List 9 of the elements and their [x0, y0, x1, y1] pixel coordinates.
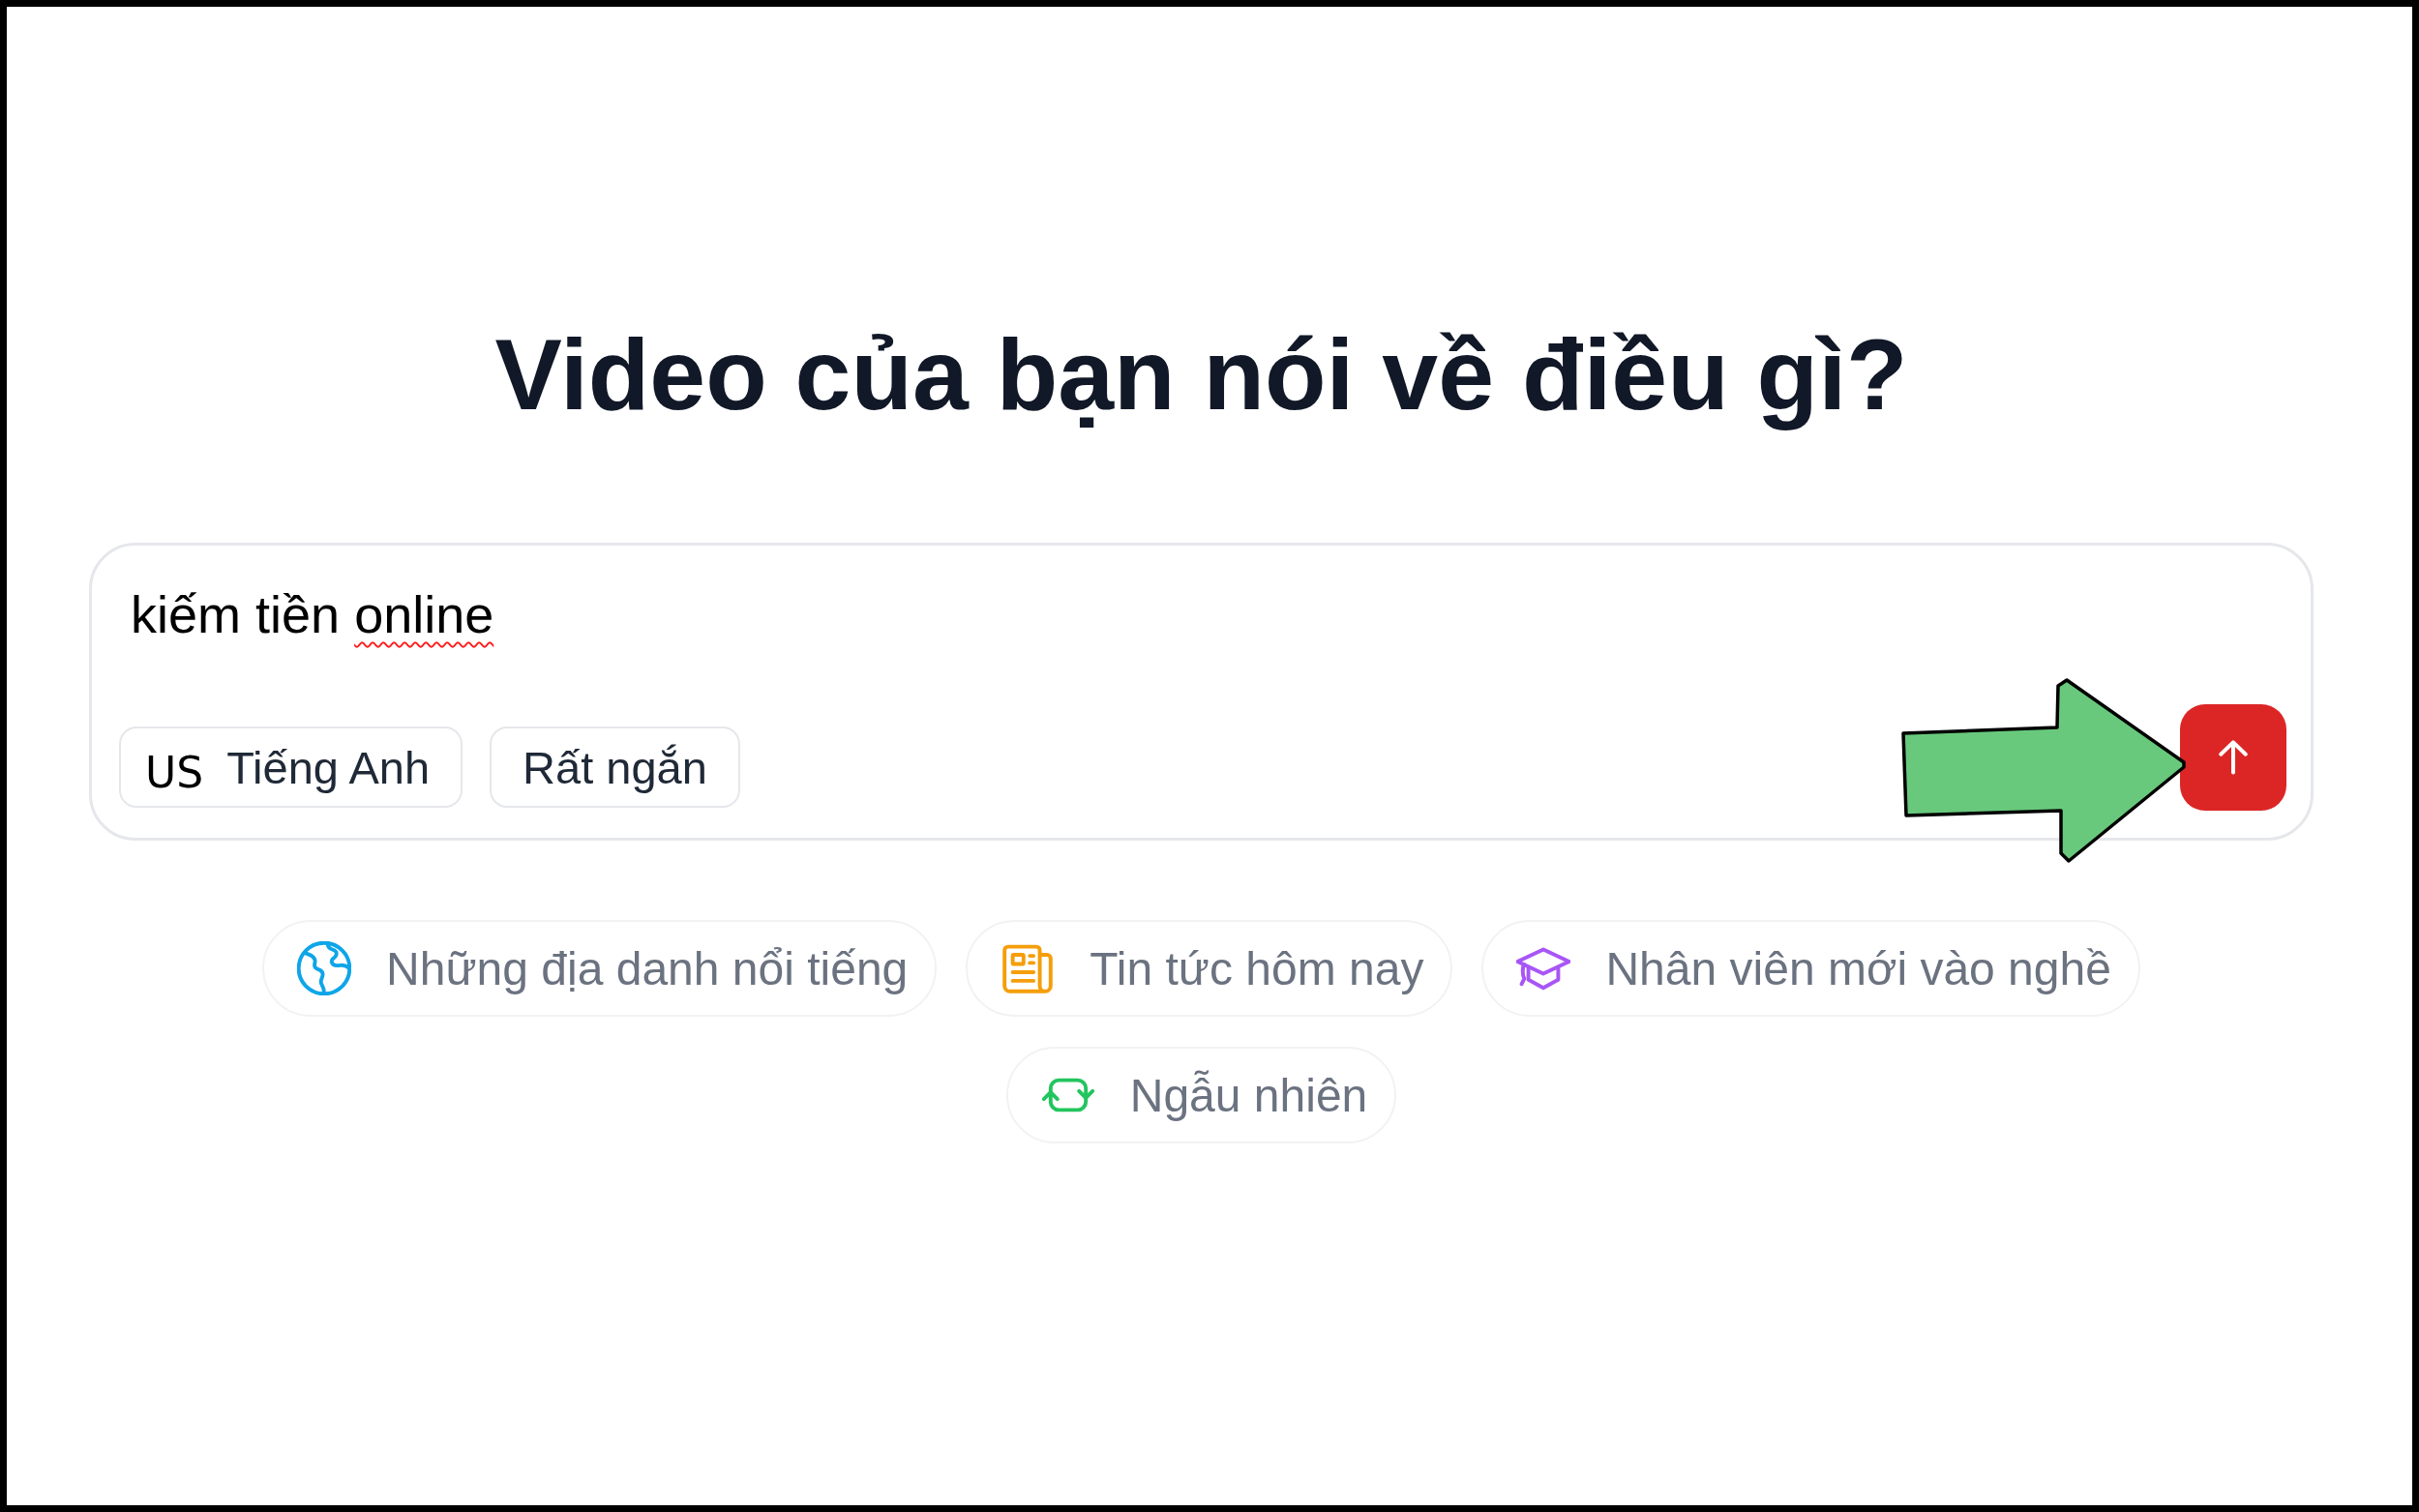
suggestion-chip[interactable]: Tin tức hôm nay: [966, 920, 1453, 1017]
length-button[interactable]: Rất ngắn: [490, 726, 740, 808]
suggestion-chip[interactable]: Nhân viên mới vào nghề: [1481, 920, 2140, 1017]
suggestion-chip[interactable]: Những địa danh nổi tiếng: [262, 920, 938, 1017]
page-title: Video của bạn nói về điều gì?: [493, 317, 1909, 432]
language-button[interactable]: US Tiếng Anh: [119, 726, 463, 808]
suggestion-chip[interactable]: Ngẫu nhiên: [1005, 1047, 1397, 1143]
send-button[interactable]: [2180, 704, 2286, 811]
prompt-input[interactable]: kiếm tiền online: [119, 583, 2286, 646]
